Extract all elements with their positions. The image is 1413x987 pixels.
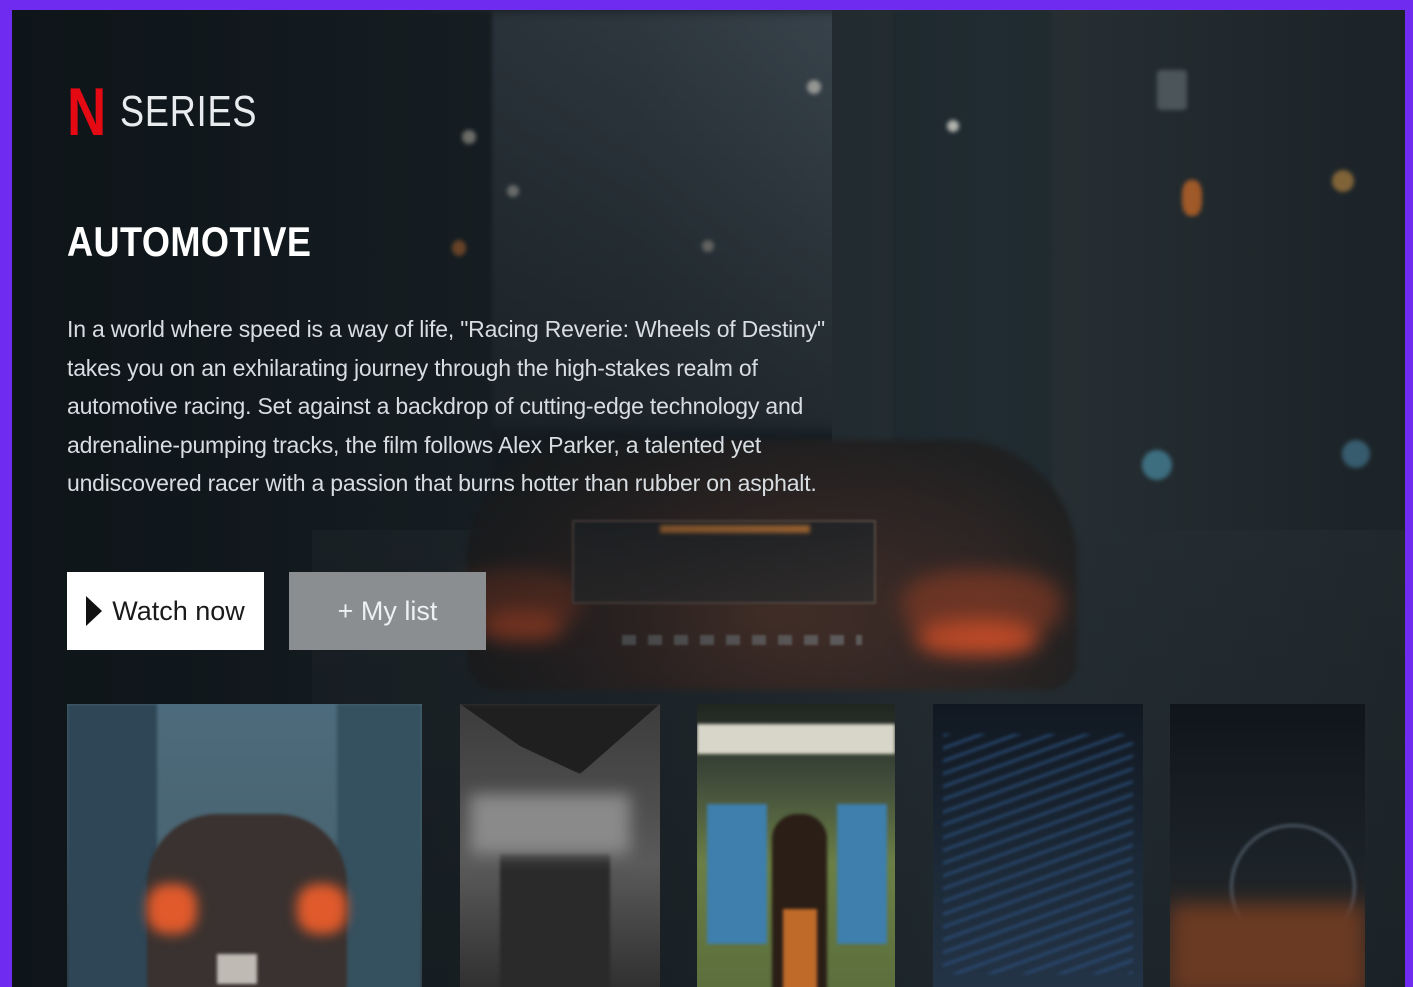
thumb-smoke [470, 794, 630, 854]
hero-description: In a world where speed is a way of life,… [67, 316, 825, 496]
thumb-light [147, 884, 197, 934]
thumb-panel [707, 804, 767, 944]
play-icon [86, 596, 103, 626]
thumbnail-card[interactable] [460, 704, 660, 987]
thumb-building [500, 854, 610, 987]
thumb-plate [217, 954, 257, 984]
thumb-light [297, 884, 347, 934]
add-to-list-label: + My list [337, 595, 438, 626]
thumb-code [943, 734, 1133, 974]
watch-now-label: Watch now [112, 595, 245, 626]
thumb-sign [697, 724, 895, 754]
thumbnail-card[interactable] [1170, 704, 1365, 987]
brand-logo[interactable]: N SERIES [67, 78, 288, 146]
thumb-jacket [783, 909, 817, 987]
hero-title: AUTOMOTIVE [67, 218, 312, 265]
watch-now-button[interactable]: Watch now [67, 572, 264, 650]
thumb-panel [837, 804, 887, 944]
thumbnail-card[interactable] [933, 704, 1143, 987]
thumb-building [67, 704, 157, 987]
app-frame: N SERIES AUTOMOTIVE In a world where spe… [0, 0, 1413, 987]
thumb-shape [460, 704, 660, 774]
thumb-glow [1170, 904, 1365, 987]
hero-screen: N SERIES AUTOMOTIVE In a world where spe… [12, 10, 1405, 987]
logo-letter: N [67, 74, 107, 150]
add-to-list-button[interactable]: + My list [289, 572, 486, 650]
thumbnail-card[interactable] [697, 704, 895, 987]
thumb-building [337, 704, 422, 987]
thumbnail-card[interactable] [67, 704, 422, 987]
logo-label: SERIES [120, 87, 258, 136]
